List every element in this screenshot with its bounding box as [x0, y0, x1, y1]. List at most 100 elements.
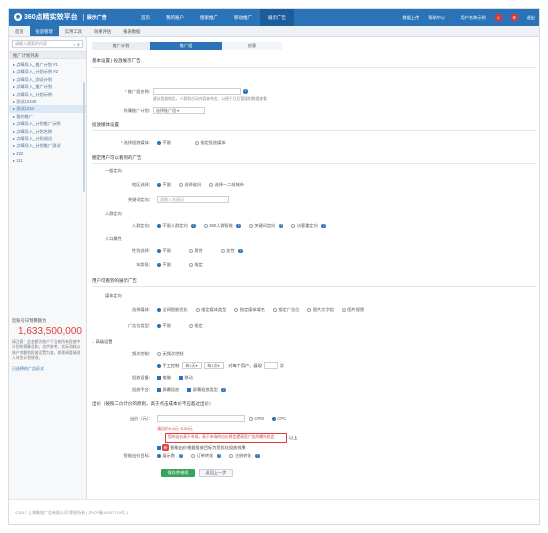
mode-radio-show[interactable]: 展示数? [157, 453, 184, 459]
subnav-home[interactable]: 首页 [9, 26, 30, 36]
bid-input[interactable] [157, 415, 245, 422]
gender-radio-female[interactable]: 女性? [220, 248, 243, 254]
divider [92, 130, 536, 131]
chevron-down-icon: ▾ [177, 108, 180, 113]
display-radio-smart[interactable]: 全网智能优化 [157, 307, 188, 313]
sidebar-item[interactable]: ▸ 点睛导入_计划名称 [9, 128, 86, 135]
search-icon[interactable]: ⌕ ⚙ [73, 42, 80, 47]
display-radio-slot[interactable]: 指定广告位 [272, 307, 299, 313]
freq-radio-manual[interactable]: 手工控制 [157, 363, 179, 369]
sidebar-item[interactable]: ▸ 点睛导入_推广计划 [9, 83, 86, 90]
logout-link[interactable]: 退出 [527, 15, 535, 21]
plan-name-input[interactable] [153, 88, 241, 95]
nav-mobile[interactable]: 移动推广 [226, 9, 260, 26]
device-check-pc[interactable]: 电脑 [157, 375, 171, 381]
ad-pos-radio-specific[interactable]: 指定 [188, 323, 203, 329]
media-radio-specific[interactable]: 指定投放媒体 [194, 140, 226, 146]
freq-radio-none[interactable]: 无频次控制 [157, 351, 183, 357]
step-indicator: 推广计划 推广组 创意 [92, 42, 282, 50]
sidebar-item[interactable]: ▸ 测试12345 [9, 98, 86, 105]
freq-count-select[interactable]: 每1次▾ [204, 362, 225, 369]
sidebar-item[interactable]: ▸ 点睛导入_计划测试 [9, 135, 86, 142]
display-radio-domain[interactable]: 指定媒体域名 [234, 307, 265, 313]
freq-times-input[interactable] [263, 362, 278, 369]
sidebar-item-active[interactable]: ▸ 测试1234 [9, 105, 86, 113]
step-group[interactable]: 推广组 [150, 42, 222, 50]
sidebar-item[interactable]: ▸ 点睛导入_测试计划 [9, 76, 86, 83]
display-radio-video[interactable]: 图片视频 [341, 307, 364, 313]
age-row: 年龄段： 不限 指定 [89, 262, 211, 268]
gender-radio-male[interactable]: 男性 [188, 248, 203, 254]
advanced-toggle[interactable]: − 高级设置 [92, 339, 112, 345]
bid-label: 出价（元）： [129, 415, 153, 421]
sidebar-item[interactable]: ▸ 点睛导入_计划推广测试 [9, 142, 86, 149]
back-button[interactable]: 返回上一步 [199, 469, 233, 477]
device-row: 投放设备： 电脑 移动 [89, 375, 201, 381]
message-icon[interactable]: 1 [494, 14, 502, 21]
crowd-radio-all[interactable]: 不限人群定向? [157, 223, 196, 229]
sidebar-item[interactable]: ▸ 111 [9, 157, 86, 164]
sidebar-item[interactable]: ▸ 我的推广 [9, 113, 86, 120]
mode-radio-register[interactable]: 注册转化? [229, 453, 260, 459]
sidebar-item[interactable]: ▸ 点睛导入_推广计划 #1 [9, 61, 86, 68]
bid-radio-cpm[interactable]: CPM [249, 416, 264, 421]
media-radio-all[interactable]: 不限 [157, 140, 171, 146]
crowd-label: 人群定向： [132, 223, 153, 228]
crowd-radio-retarget[interactable]: 访客重定向? [291, 223, 326, 229]
gender-radio-all[interactable]: 不限 [157, 248, 171, 254]
subnav-manage[interactable]: 投放管理 [29, 26, 59, 36]
platform-check-a[interactable]: 屏幕投放 [157, 387, 179, 393]
platform-label: 投放平台： [132, 387, 153, 392]
upload-link[interactable]: 数据上传 [403, 15, 420, 21]
keyword-row: 关键词定向： 请输入关键词 [89, 196, 229, 203]
freq-day-select[interactable]: 每1天▾ [182, 362, 203, 369]
sidebar-title: 推广计划列表 [9, 51, 86, 59]
brand-logo[interactable]: ◉ 360点睛实效平台 展示广告 [14, 12, 107, 22]
sidebar-item[interactable]: ▸ 点睛导入_计划示例 #2 [9, 68, 86, 75]
subnav-eval[interactable]: 效果评估 [88, 26, 117, 36]
help-icon[interactable]: ? [243, 89, 248, 94]
save-continue-button[interactable]: 保存并继续 [161, 469, 195, 477]
nav-home[interactable]: 首页 [133, 9, 158, 26]
keyword-input[interactable]: 请输入关键词 [157, 196, 229, 203]
ad-pos-radio-all[interactable]: 不限 [157, 323, 171, 329]
subnav-reports[interactable]: 报表数据 [117, 26, 146, 36]
sidebar-item[interactable]: ▸ 点睛导入_计划示例 [9, 91, 86, 98]
smart-bid-check[interactable] [157, 445, 161, 450]
sidebar-search-input[interactable]: 请输入搜索的内容 [15, 41, 47, 47]
sidebar-scrollbar[interactable] [83, 82, 85, 192]
sidebar-search[interactable]: 请输入搜索的内容 ⌕ ⚙ [12, 40, 83, 48]
bid-radio-cpc[interactable]: CPC [271, 416, 286, 421]
region-radio-province[interactable]: 选择省份 [178, 182, 201, 188]
sidebar-item[interactable]: ▸ 点睛导入_计划推广示例 [9, 120, 86, 127]
nav-search[interactable]: 搜索推广 [192, 9, 226, 26]
age-radio-all[interactable]: 不限 [157, 262, 171, 268]
age-radio-specific[interactable]: 指定 [188, 262, 203, 268]
plan-select[interactable]: 选择推广组 ▾ [153, 107, 205, 114]
display-radio-text[interactable]: 图片文字组 [307, 307, 334, 313]
display-head: 媒体定向 [105, 293, 122, 298]
nav-account[interactable]: 我的账户 [158, 9, 192, 26]
step-creative[interactable]: 创意 [222, 42, 282, 50]
nav-display[interactable]: 展示广告 [260, 9, 294, 26]
device-check-mobile[interactable]: 移动 [178, 375, 193, 381]
new-badge: 新 [162, 444, 170, 451]
freq-manual-row: 手工控制 每1天▾ 每1次▾ 对每个用户，展现 次 [157, 362, 284, 369]
display-radio-type[interactable]: 指定媒体类型 [195, 307, 226, 313]
settings-icon[interactable]: ⚙ [510, 14, 518, 21]
region-radio-city[interactable]: 选择一二线城市 [209, 182, 244, 188]
help-link[interactable]: 帮助中心 [428, 15, 445, 21]
platform-check-b[interactable]: 屏幕投放类型? [187, 387, 226, 393]
subnav-tools[interactable]: 实用工具 [59, 26, 88, 36]
plan-name-row: * 推广组名称： ? [89, 88, 248, 95]
footer: ©2017 上海聚效广告有限公司 版权所有 | 沪ICP备14037719号-1 [9, 499, 539, 524]
crowd-radio-keyword[interactable]: 关键词定向? [248, 223, 284, 229]
budget-label: 您账号日预算额为 [12, 318, 47, 323]
sidebar-item[interactable]: ▸ 222 [9, 150, 86, 157]
step-plan[interactable]: 推广计划 [92, 42, 150, 50]
mode-radio-order[interactable]: 订单转化? [191, 453, 222, 459]
region-radio-all[interactable]: 不限 [157, 182, 171, 188]
user-name[interactable]: 👤 用户名称示例 [454, 15, 486, 21]
budget-link[interactable]: 已选择的广告形式 [12, 366, 84, 372]
crowd-radio-smart[interactable]: 360人群智能? [203, 223, 241, 229]
